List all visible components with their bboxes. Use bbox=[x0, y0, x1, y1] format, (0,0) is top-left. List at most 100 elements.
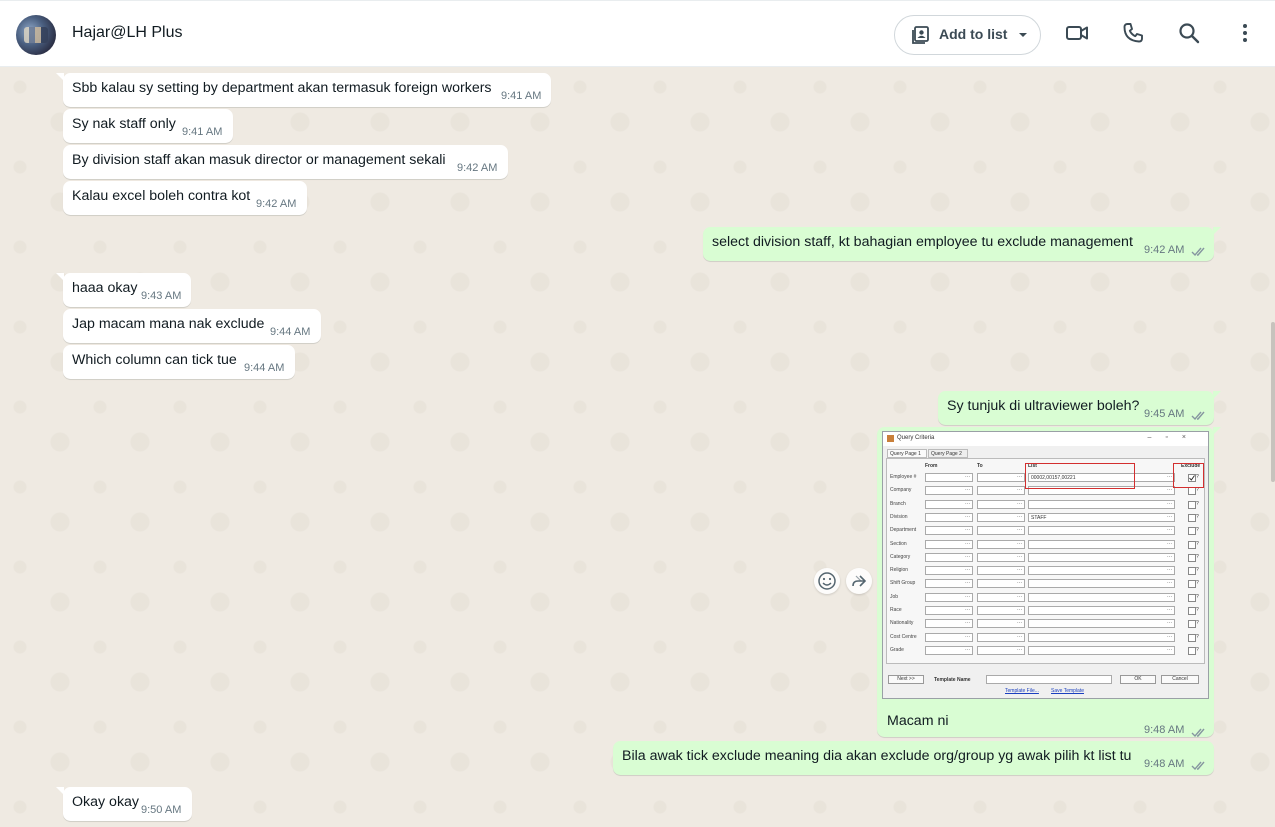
help-mark: ? bbox=[1196, 553, 1199, 560]
scrollbar[interactable] bbox=[1271, 322, 1275, 482]
to-field: ··· bbox=[977, 486, 1025, 496]
list-field: ··· bbox=[1028, 552, 1175, 562]
to-field: ··· bbox=[977, 592, 1025, 602]
message-text: Sbb kalau sy setting by department akan … bbox=[72, 80, 492, 96]
message-incoming[interactable]: Sbb kalau sy setting by department akan … bbox=[56, 73, 551, 107]
query-row-label: Section bbox=[890, 540, 907, 547]
message-time: 9:44 AM bbox=[270, 326, 311, 338]
help-mark: ? bbox=[1196, 500, 1199, 507]
message-time: 9:45 AM bbox=[1144, 408, 1185, 420]
help-mark: ? bbox=[1196, 527, 1199, 534]
contact-avatar[interactable] bbox=[16, 15, 56, 55]
help-mark: ? bbox=[1196, 633, 1199, 640]
from-field: ··· bbox=[925, 526, 973, 536]
tab-query-page-1: Query Page 1 bbox=[887, 449, 927, 458]
window-titlebar: Query Criteria –▫× bbox=[883, 432, 1208, 446]
query-row-label: Branch bbox=[890, 500, 906, 507]
from-field: ··· bbox=[925, 539, 973, 549]
exclude-checkbox bbox=[1188, 620, 1196, 629]
message-incoming[interactable]: haaa okay 9:43 AM bbox=[56, 273, 191, 307]
message-incoming[interactable]: Okay okay 9:50 AM bbox=[56, 787, 192, 821]
message-incoming[interactable]: Sy nak staff only 9:41 AM bbox=[63, 109, 233, 143]
message-incoming[interactable]: Kalau excel boleh contra kot 9:42 AM bbox=[63, 181, 307, 215]
query-row: Race ··· ··· ···? bbox=[887, 605, 1204, 617]
query-row: Division ··· ··· STAFF ···? bbox=[887, 512, 1204, 524]
query-row-label: Nationality bbox=[890, 620, 914, 627]
voice-call-icon[interactable] bbox=[1121, 21, 1149, 49]
message-outgoing[interactable]: Bila awak tick exclude meaning dia akan … bbox=[613, 741, 1214, 775]
message-text: Bila awak tick exclude meaning dia akan … bbox=[622, 748, 1132, 764]
more-options-icon[interactable] bbox=[1233, 21, 1261, 49]
chat-header: Hajar@LH Plus Add to list bbox=[0, 0, 1275, 67]
from-field: ··· bbox=[925, 645, 973, 655]
exclude-checkbox bbox=[1188, 540, 1196, 549]
query-row-label: Company bbox=[890, 487, 912, 494]
to-field: ··· bbox=[977, 619, 1025, 629]
query-row: Nationality ··· ··· ···? bbox=[887, 618, 1204, 630]
template-name-field bbox=[986, 675, 1112, 684]
to-field: ··· bbox=[977, 632, 1025, 642]
exclude-checkbox bbox=[1188, 607, 1196, 615]
next-button: Next >> bbox=[888, 675, 924, 684]
message-text: Sy nak staff only bbox=[72, 116, 176, 132]
query-row: Cost Centre ··· ··· ···? bbox=[887, 632, 1204, 644]
to-field: ··· bbox=[977, 579, 1025, 589]
list-field: ··· bbox=[1028, 606, 1175, 615]
help-mark: ? bbox=[1196, 593, 1199, 600]
list-field-value: STAFF bbox=[1031, 514, 1047, 521]
message-incoming[interactable]: By division staff akan masuk director or… bbox=[63, 145, 508, 179]
message-time: 9:43 AM bbox=[141, 290, 182, 302]
message-text: Okay okay bbox=[72, 794, 140, 810]
cancel-button: Cancel bbox=[1161, 675, 1199, 684]
read-ticks-icon bbox=[1191, 245, 1207, 261]
query-row-label: Division bbox=[890, 513, 908, 520]
message-list[interactable]: Sbb kalau sy setting by department akan … bbox=[0, 67, 1275, 827]
query-row-label: Shift Group bbox=[890, 580, 916, 587]
search-icon[interactable] bbox=[1177, 21, 1205, 49]
attached-screenshot[interactable]: Query Criteria –▫× Query Page 1 Query Pa… bbox=[882, 431, 1209, 699]
message-text: Which column can tick tue bbox=[72, 352, 237, 368]
message-outgoing[interactable]: Sy tunjuk di ultraviewer boleh? 9:45 AM bbox=[938, 391, 1221, 425]
help-mark: ? bbox=[1196, 487, 1199, 494]
col-from: From bbox=[925, 463, 938, 469]
highlight-list-box bbox=[1025, 463, 1135, 489]
forward-icon[interactable] bbox=[846, 568, 872, 594]
message-incoming[interactable]: Which column can tick tue 9:44 AM bbox=[63, 345, 295, 379]
to-field: ··· bbox=[977, 539, 1025, 549]
from-field: ··· bbox=[925, 512, 973, 522]
message-text: Jap macam mana nak exclude bbox=[72, 316, 265, 332]
message-time: 9:48 AM bbox=[1144, 758, 1185, 770]
from-field: ··· bbox=[925, 552, 973, 562]
query-row-label: Category bbox=[890, 553, 911, 560]
query-row: Department ··· ··· ···? bbox=[887, 525, 1204, 537]
window-title: Query Criteria bbox=[897, 435, 935, 441]
query-row-label: Religion bbox=[890, 567, 909, 574]
from-field: ··· bbox=[925, 473, 973, 482]
message-outgoing-image[interactable]: Query Criteria –▫× Query Page 1 Query Pa… bbox=[877, 427, 1221, 738]
col-to: To bbox=[977, 463, 983, 469]
list-field: ··· bbox=[1028, 579, 1175, 589]
highlight-exclude-box bbox=[1173, 463, 1204, 488]
query-panel: From To List Exclude Employee # ··· ··· 000… bbox=[886, 458, 1205, 664]
add-to-list-button[interactable]: Add to list bbox=[894, 15, 1041, 55]
emoji-reaction-icon[interactable] bbox=[814, 568, 840, 594]
chevron-down-icon bbox=[1017, 27, 1029, 48]
contact-name[interactable]: Hajar@LH Plus bbox=[72, 24, 183, 42]
template-file-link: Template File... bbox=[1005, 688, 1039, 694]
message-incoming[interactable]: Jap macam mana nak exclude 9:44 AM bbox=[63, 309, 321, 343]
message-time: 9:48 AM bbox=[1144, 724, 1185, 736]
help-mark: ? bbox=[1196, 607, 1199, 613]
save-template-link: Save Template bbox=[1051, 688, 1084, 694]
list-field: ··· bbox=[1028, 645, 1175, 655]
read-ticks-icon bbox=[1191, 409, 1207, 425]
from-field: ··· bbox=[925, 499, 973, 509]
video-call-icon[interactable] bbox=[1065, 21, 1093, 49]
to-field: ··· bbox=[977, 566, 1025, 576]
help-mark: ? bbox=[1196, 540, 1199, 547]
help-mark: ? bbox=[1196, 646, 1199, 653]
query-row: Section ··· ··· ···? bbox=[887, 539, 1204, 551]
exclude-checkbox bbox=[1188, 593, 1196, 602]
tab-query-page-2: Query Page 2 bbox=[928, 449, 968, 458]
message-outgoing[interactable]: select division staff, kt bahagian emplo… bbox=[703, 227, 1221, 261]
read-ticks-icon bbox=[1191, 759, 1207, 775]
